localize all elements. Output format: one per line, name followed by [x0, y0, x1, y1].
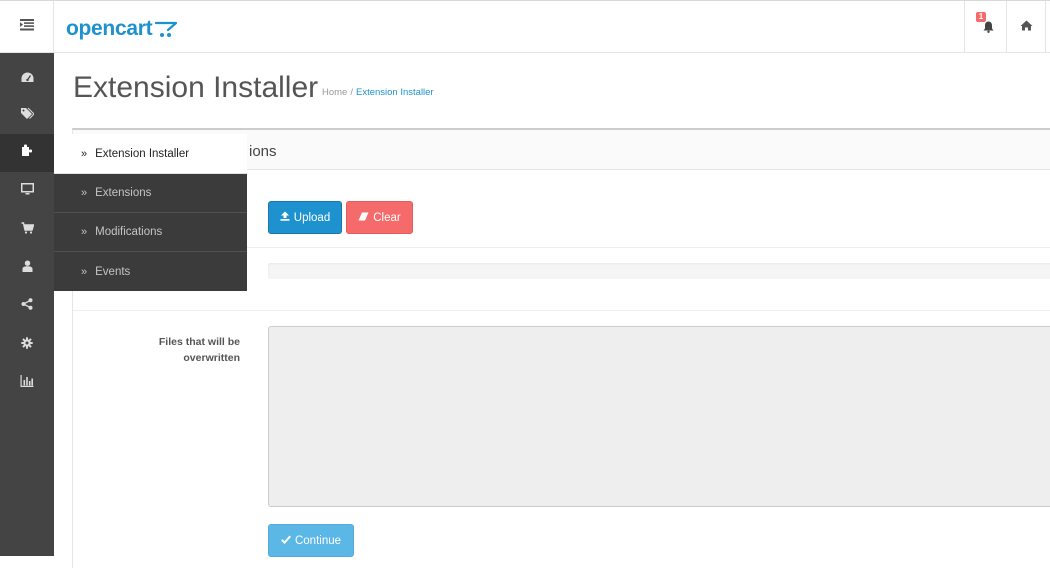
notifications-button[interactable]: 1: [964, 1, 1006, 53]
breadcrumb-home[interactable]: Home: [322, 87, 347, 98]
page-title: Extension Installer: [73, 71, 319, 104]
clear-button[interactable]: Clear: [346, 201, 413, 234]
cog-icon: [21, 336, 33, 354]
double-chevron-right-icon: »: [81, 265, 88, 278]
continue-button[interactable]: Continue: [268, 524, 354, 557]
breadcrumb: Home / Extension Installer: [322, 87, 434, 98]
sidebar-item-sales[interactable]: [0, 211, 54, 249]
share-icon: [21, 297, 33, 315]
divider: [73, 310, 1050, 311]
upload-icon: [280, 211, 290, 224]
tag-icon: [20, 106, 35, 124]
flyout-item-label: Modifications: [95, 226, 163, 238]
opencart-logo[interactable]: opencart: [66, 17, 178, 41]
flyout-item-modifications[interactable]: » Modifications: [54, 213, 247, 252]
double-chevron-right-icon: »: [81, 226, 88, 238]
extensions-flyout-menu: » Extension Installer » Extensions » Mod…: [54, 134, 247, 291]
chart-icon: [20, 374, 34, 392]
double-chevron-right-icon: »: [81, 147, 88, 160]
monitor-icon: [20, 182, 34, 200]
dashboard-icon: [21, 71, 34, 89]
sidebar-item-design[interactable]: [0, 172, 54, 210]
flyout-item-events[interactable]: » Events: [54, 252, 247, 291]
breadcrumb-current[interactable]: Extension Installer: [356, 87, 434, 98]
panel-title: ions: [249, 143, 277, 160]
upload-progress-bar: [268, 263, 1050, 279]
bell-icon: [983, 20, 994, 38]
home-button[interactable]: [1006, 1, 1046, 53]
flyout-item-label: Extensions: [95, 187, 152, 199]
home-icon: [1020, 18, 1033, 36]
upload-button-label: Upload: [293, 211, 331, 224]
menu-toggle-icon: [19, 18, 34, 36]
cart-icon: [21, 221, 34, 239]
eraser-icon: [358, 212, 369, 224]
sidebar-item-reports[interactable]: [0, 364, 54, 402]
sidebar-item-marketing[interactable]: [0, 287, 54, 325]
notification-badge: 1: [976, 12, 986, 22]
sidebar-item-extensions[interactable]: [0, 134, 54, 172]
continue-button-label: Continue: [294, 534, 342, 547]
sidebar-item-dashboard[interactable]: [0, 61, 54, 99]
flyout-item-label: Events: [95, 265, 131, 278]
user-icon: [22, 259, 33, 277]
flyout-item-extension-installer[interactable]: » Extension Installer: [54, 134, 247, 174]
flyout-item-label: Extension Installer: [95, 147, 190, 160]
sidebar-item-customers[interactable]: [0, 249, 54, 287]
top-header: opencart 1: [0, 0, 1050, 53]
flyout-item-extensions[interactable]: » Extensions: [54, 174, 247, 213]
files-label-line1: Files that will be: [158, 336, 240, 348]
files-overwritten-textarea[interactable]: [268, 326, 1050, 507]
files-label-line2: overwritten: [183, 352, 240, 364]
files-overwritten-label: Files that will be overwritten: [113, 334, 240, 366]
upload-button[interactable]: Upload: [268, 201, 342, 234]
cart-logo-icon: [155, 21, 178, 37]
breadcrumb-separator: /: [350, 87, 353, 98]
sidebar-item-catalog[interactable]: [0, 96, 54, 134]
double-chevron-right-icon: »: [81, 187, 88, 199]
clear-button-label: Clear: [373, 211, 401, 224]
logo-text: opencart: [66, 17, 153, 40]
menu-toggle-button[interactable]: [0, 1, 54, 53]
sidebar: [0, 53, 54, 556]
check-icon: [281, 535, 291, 547]
sidebar-item-system[interactable]: [0, 326, 54, 364]
puzzle-icon: [21, 144, 34, 162]
